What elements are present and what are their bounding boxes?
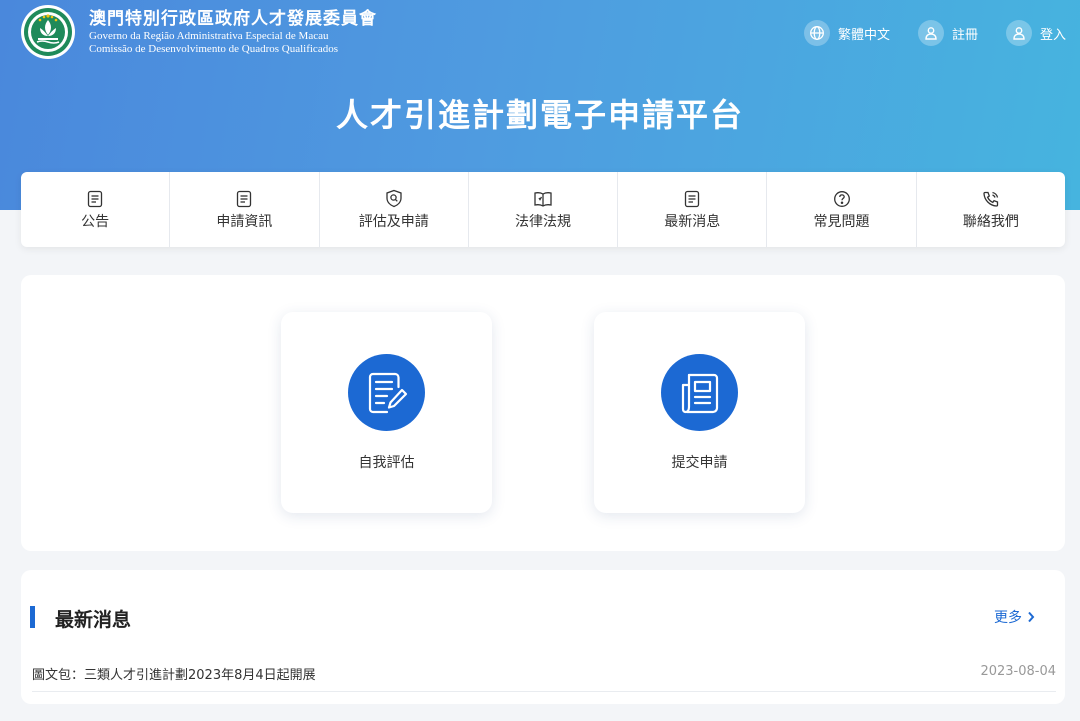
document-icon (684, 189, 700, 209)
document-icon (236, 189, 252, 209)
org-name: 澳門特別行政區政府人才發展委員會 Governo da Região Admin… (89, 8, 377, 56)
shield-search-icon (385, 189, 403, 209)
services-panel: 自我評估 提交申請 (21, 275, 1065, 551)
nav-item-announcement[interactable]: 公告 (21, 172, 171, 247)
news-list-item[interactable]: 圖文包：三類人才引進計劃2023年8月4日起開展 2023-08-04 (32, 664, 1056, 692)
language-switch-button[interactable]: 繁體中文 (803, 20, 890, 46)
nav-item-laws[interactable]: 法律法規 (469, 172, 619, 247)
macau-emblem-icon (21, 5, 75, 59)
nav-item-assessment[interactable]: 評估及申請 (320, 172, 469, 247)
main-nav: 公告 申請資訊 評估及申請 法律法規 最新消息 常見問題 聯絡我們 (21, 172, 1065, 247)
latest-news-section: 最新消息 更多 圖文包：三類人才引進計劃2023年8月4日起開展 2023-08… (21, 570, 1065, 704)
card-label: 自我評估 (358, 455, 415, 471)
news-section-title: 最新消息 (55, 609, 132, 631)
user-icon (917, 20, 944, 46)
login-label: 登入 (1039, 27, 1066, 43)
nav-label: 申請資訊 (216, 213, 273, 230)
newspaper-icon (661, 354, 738, 431)
register-button[interactable]: 註冊 (917, 20, 978, 46)
top-actions: 繁體中文 註冊 登入 (776, 20, 1066, 46)
org-name-zh: 澳門特別行政區政府人才發展委員會 (89, 9, 377, 29)
globe-icon (803, 20, 830, 46)
nav-label: 法律法規 (514, 213, 571, 230)
submit-application-card[interactable]: 提交申請 (594, 312, 805, 513)
self-assessment-card[interactable]: 自我評估 (281, 312, 492, 513)
more-label: 更多 (994, 610, 1022, 626)
news-item-title[interactable]: 圖文包：三類人才引進計劃2023年8月4日起開展 (32, 664, 316, 683)
nav-label: 常見問題 (813, 213, 870, 230)
login-button[interactable]: 登入 (1005, 20, 1066, 46)
book-icon (533, 189, 553, 209)
nav-label: 評估及申請 (358, 213, 429, 230)
language-label: 繁體中文 (837, 27, 890, 43)
org-brand[interactable]: 澳門特別行政區政府人才發展委員會 Governo da Região Admin… (21, 5, 377, 59)
nav-item-contact[interactable]: 聯絡我們 (917, 172, 1065, 247)
org-name-pt-1: Governo da Região Administrativa Especia… (89, 30, 329, 42)
section-accent-bar (30, 606, 35, 628)
phone-icon (982, 189, 1000, 209)
nav-item-latest-news[interactable]: 最新消息 (618, 172, 768, 247)
more-news-link[interactable]: 更多 (994, 607, 1035, 627)
card-label: 提交申請 (671, 455, 728, 471)
nav-item-faq[interactable]: 常見問題 (767, 172, 917, 247)
news-item-date: 2023-08-04 (980, 664, 1056, 679)
chevron-right-icon (1028, 611, 1035, 623)
document-icon (87, 189, 103, 209)
edit-document-icon (348, 354, 425, 431)
org-name-pt-2: Comissão de Desenvolvimento de Quadros Q… (89, 43, 338, 55)
nav-label: 最新消息 (664, 213, 721, 230)
nav-label: 聯絡我們 (962, 213, 1019, 230)
platform-title: 人才引進計劃電子申請平台 (335, 96, 744, 134)
user-icon (1005, 20, 1032, 46)
register-label: 註冊 (951, 27, 978, 43)
nav-label: 公告 (81, 213, 110, 230)
nav-item-application-info[interactable]: 申請資訊 (170, 172, 320, 247)
question-icon (833, 189, 851, 209)
